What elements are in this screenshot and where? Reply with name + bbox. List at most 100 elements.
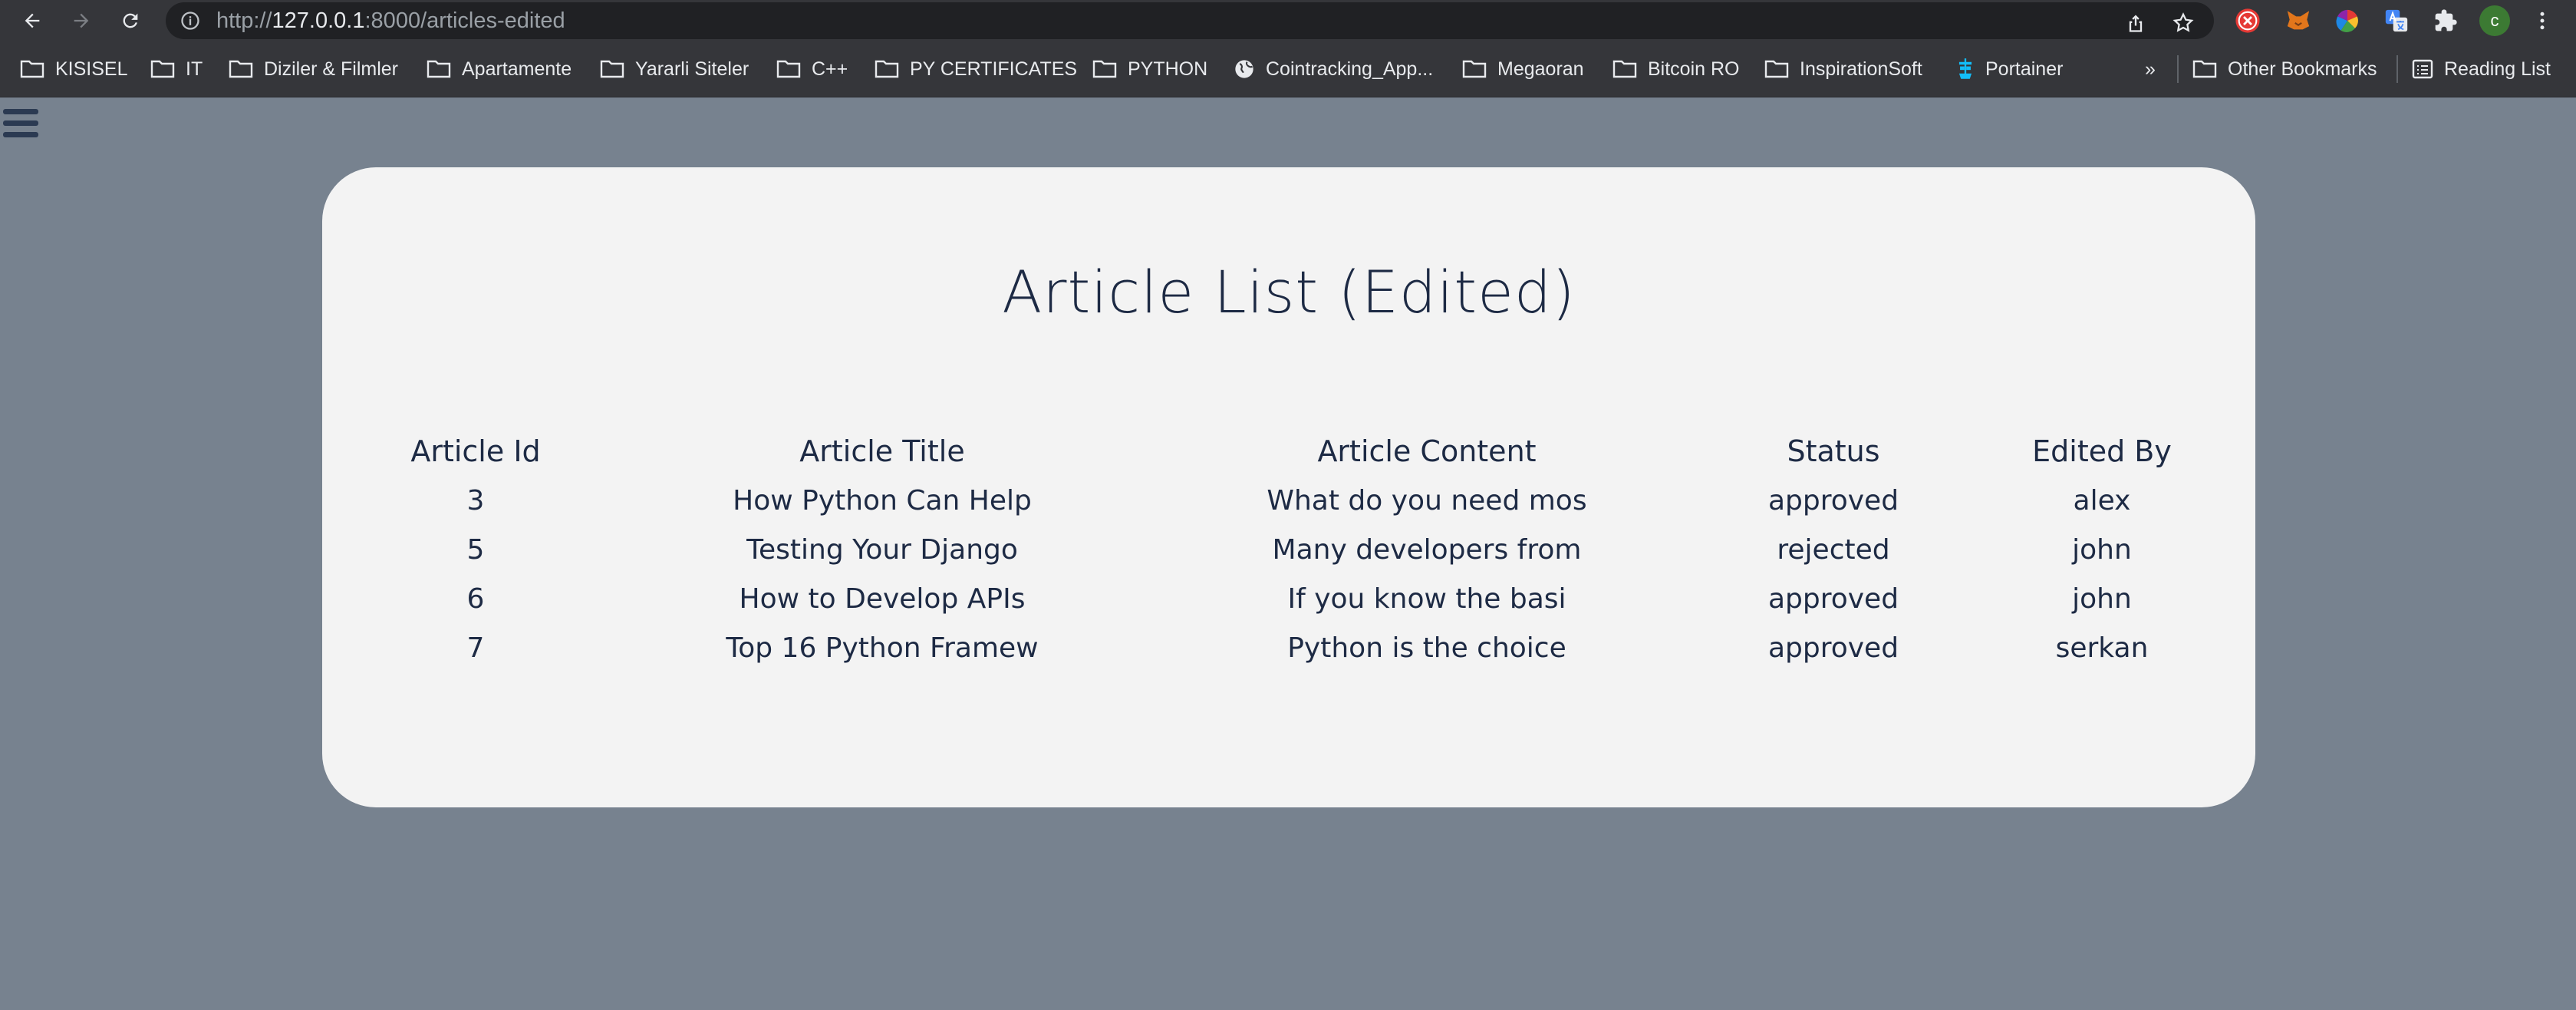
column-header-article-id: Article Id (410, 434, 541, 468)
bookmark-label: Diziler & Filmler (264, 58, 398, 80)
articles-table: Article Id Article Title Article Content… (368, 427, 2209, 672)
cell-article-id: 7 (466, 632, 485, 664)
back-arrow-icon (25, 13, 40, 28)
cell-article-content: If you know the basi (1287, 583, 1566, 615)
hamburger-line (3, 109, 38, 114)
cell-article-id: 6 (466, 583, 485, 615)
cell-article-content: Many developers from (1272, 533, 1582, 566)
folder-icon (427, 60, 451, 78)
bookmark-inspirationsoft[interactable]: InspirationSoft (1764, 41, 1922, 97)
bookmark-label: PYTHON (1128, 58, 1208, 80)
article-list-card: Article List (Edited) Article Id Article… (322, 167, 2255, 807)
bookmark-label: IT (186, 58, 203, 80)
column-header-edited-by: Edited By (2032, 434, 2172, 468)
overflow-label: » (2145, 58, 2156, 80)
bookmarks-divider (2396, 55, 2398, 83)
cell-status: rejected (1777, 533, 1890, 566)
url-scheme: http:// (216, 8, 272, 33)
kebab-menu-icon (2540, 12, 2545, 30)
forward-button[interactable] (66, 5, 97, 36)
globe-icon (1235, 60, 1253, 78)
bookmark-star-button[interactable] (2168, 8, 2199, 38)
cell-edited-by: john (2072, 533, 2132, 566)
cell-article-content: What do you need mos (1267, 484, 1587, 517)
bookmark-label: Apartamente (462, 58, 572, 80)
folder-icon (875, 60, 899, 78)
bookmark-bitcoin-ro[interactable]: Bitcoin RO (1612, 41, 1739, 97)
bookmark-label: Other Bookmarks (2228, 58, 2377, 80)
share-button[interactable] (2120, 8, 2151, 38)
fox-icon (2287, 11, 2310, 30)
reading-list-button[interactable]: Reading List (2412, 41, 2551, 97)
bookmark-apartamente[interactable]: Apartamente (427, 41, 572, 97)
extension-translate[interactable] (2383, 7, 2410, 35)
column-header-status: Status (1787, 434, 1880, 468)
cell-status: approved (1767, 583, 1899, 615)
url-text[interactable]: http://127.0.0.1:8000/articles-edited (216, 2, 565, 39)
bookmark-megaoran[interactable]: Megaoran (1462, 41, 1584, 97)
profile-avatar[interactable]: c (2479, 5, 2510, 36)
cell-article-content: Python is the choice (1287, 632, 1566, 664)
bookmarks-bar: KISISEL IT Diziler & Filmler Apartamente… (0, 41, 2576, 97)
bookmark-portainer[interactable]: Portainer (1956, 41, 2063, 97)
bookmark-label: Bitcoin RO (1648, 58, 1740, 80)
folder-icon (2192, 60, 2217, 78)
extensions-button[interactable] (2432, 7, 2459, 35)
bookmark-diziler-filmler[interactable]: Diziler & Filmler (229, 41, 398, 97)
bookmark-label: Yararli Siteler (635, 58, 749, 80)
bookmark-label: Cointracking_App... (1266, 58, 1434, 80)
table-row: 6 How to Develop APIs If you know the ba… (368, 574, 2209, 623)
bookmark-label: Megaoran (1497, 58, 1584, 80)
folder-icon (1612, 60, 1637, 78)
column-header-article-title: Article Title (799, 434, 965, 468)
folder-icon (1764, 60, 1789, 78)
translate-icon (2385, 9, 2408, 32)
bookmark-py-certificates[interactable]: PY CERTIFICATES (875, 41, 1077, 97)
bookmark-cointracking[interactable]: Cointracking_App... (1234, 41, 1433, 97)
table-row: 5 Testing Your Django Many developers fr… (368, 525, 2209, 574)
bookmark-label: InspirationSoft (1800, 58, 1922, 80)
folder-icon (600, 60, 624, 78)
bookmark-label: Portainer (1985, 58, 2064, 80)
cell-article-id: 5 (466, 533, 485, 566)
bookmark-it[interactable]: IT (150, 41, 203, 97)
hamburger-line (3, 120, 38, 126)
table-row: 3 How Python Can Help What do you need m… (368, 476, 2209, 525)
portainer-icon (1958, 58, 1972, 79)
table-header-row: Article Id Article Title Article Content… (368, 427, 2209, 476)
cell-article-title: Testing Your Django (746, 533, 1018, 566)
folder-icon (229, 60, 253, 78)
bookmark-label: PY CERTIFICATES (910, 58, 1078, 80)
red-x-icon (2235, 8, 2260, 33)
cell-article-title: Top 16 Python Framew (726, 632, 1039, 664)
cell-article-title: How Python Can Help (733, 484, 1032, 517)
reload-icon (123, 13, 138, 28)
extension-colorwheel[interactable] (2334, 7, 2361, 35)
cell-edited-by: alex (2073, 484, 2131, 517)
bookmark-cpp[interactable]: C++ (776, 41, 848, 97)
extension-metamask[interactable] (2284, 7, 2312, 35)
bookmark-yararli-siteler[interactable]: Yararli Siteler (600, 41, 749, 97)
back-button[interactable] (17, 5, 48, 36)
bookmark-label: C++ (812, 58, 848, 80)
page-title: Article List (Edited) (1002, 258, 1576, 326)
bookmark-kisisel[interactable]: KISISEL (20, 41, 128, 97)
reload-button[interactable] (115, 5, 146, 36)
address-bar[interactable]: http://127.0.0.1:8000/articles-edited (166, 2, 2214, 39)
extension-blocker[interactable] (2234, 7, 2261, 35)
url-host: 127.0.0.1 (272, 8, 365, 33)
bookmarks-overflow-button[interactable]: » (2145, 41, 2156, 97)
bookmark-python[interactable]: PYTHON (1092, 41, 1207, 97)
browser-menu-button[interactable] (2528, 7, 2556, 35)
folder-icon (1462, 60, 1487, 78)
hamburger-line (3, 132, 38, 137)
site-info-icon[interactable] (180, 10, 201, 35)
browser-toolbar: http://127.0.0.1:8000/articles-edited c (0, 0, 2576, 41)
puzzle-icon (2435, 9, 2457, 31)
bookmark-other-bookmarks[interactable]: Other Bookmarks (2192, 41, 2377, 97)
cell-edited-by: john (2072, 583, 2132, 615)
hamburger-menu-icon[interactable] (3, 109, 38, 143)
share-icon (2129, 15, 2143, 32)
reading-list-icon (2412, 59, 2433, 79)
bookmarks-divider (2177, 55, 2179, 83)
